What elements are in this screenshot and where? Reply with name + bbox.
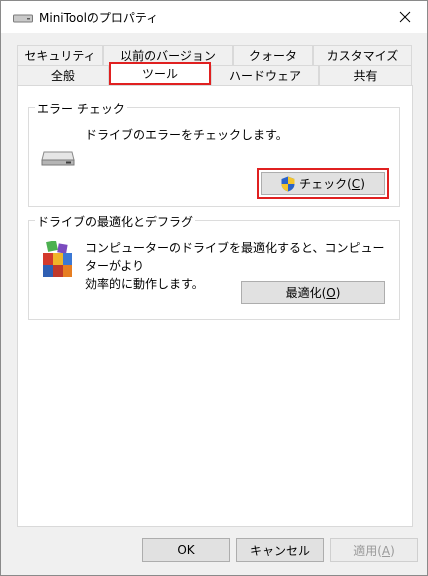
tab-hardware[interactable]: ハードウェア [211, 65, 319, 85]
drive-icon [13, 14, 33, 23]
optimize-button[interactable]: 最適化(O) [241, 281, 385, 304]
tab-quota[interactable]: クォータ [233, 45, 313, 65]
tab-tools[interactable]: ツール [109, 62, 211, 85]
hard-drive-icon [41, 151, 75, 166]
tab-sharing[interactable]: 共有 [319, 65, 412, 85]
properties-window: MiniToolのプロパティ セキュリティ 以前のバージョン クォータ カスタマ… [0, 0, 428, 576]
tab-row-1: セキュリティ 以前のバージョン クォータ カスタマイズ [17, 45, 412, 65]
check-button[interactable]: チェック(C) [257, 168, 389, 199]
optimize-button-label: 最適化(O) [285, 286, 341, 300]
title-bar: MiniToolのプロパティ [1, 1, 427, 33]
tab-general[interactable]: 全般 [17, 65, 109, 85]
close-button[interactable] [383, 1, 427, 33]
cancel-button[interactable]: キャンセル [236, 538, 324, 562]
check-button-label: チェック(C) [299, 177, 365, 191]
close-icon [399, 11, 411, 23]
error-check-group: エラー チェック ドライブのエラーをチェックします。 チェック(C) [28, 100, 400, 207]
defrag-icon [43, 241, 72, 277]
apply-button[interactable]: 適用(A) [330, 538, 418, 562]
error-check-description: ドライブのエラーをチェックします。 [85, 128, 288, 142]
tab-row-2: 全般 ツール ハードウェア 共有 [17, 62, 412, 85]
window-title: MiniToolのプロパティ [39, 11, 159, 25]
error-check-title: エラー チェック [35, 100, 127, 117]
tab-customize[interactable]: カスタマイズ [313, 45, 412, 65]
uac-shield-icon [281, 176, 295, 191]
optimize-group: ドライブの最適化とデフラグ コンピューターのドライブを最適化すると、コンピュータ… [28, 213, 400, 320]
apply-button-label: 適用(A) [353, 543, 395, 558]
ok-button[interactable]: OK [142, 538, 230, 562]
optimize-title: ドライブの最適化とデフラグ [35, 213, 196, 230]
tab-security[interactable]: セキュリティ [17, 45, 103, 65]
tools-panel: エラー チェック ドライブのエラーをチェックします。 チェック(C) ドライブの… [17, 85, 413, 527]
